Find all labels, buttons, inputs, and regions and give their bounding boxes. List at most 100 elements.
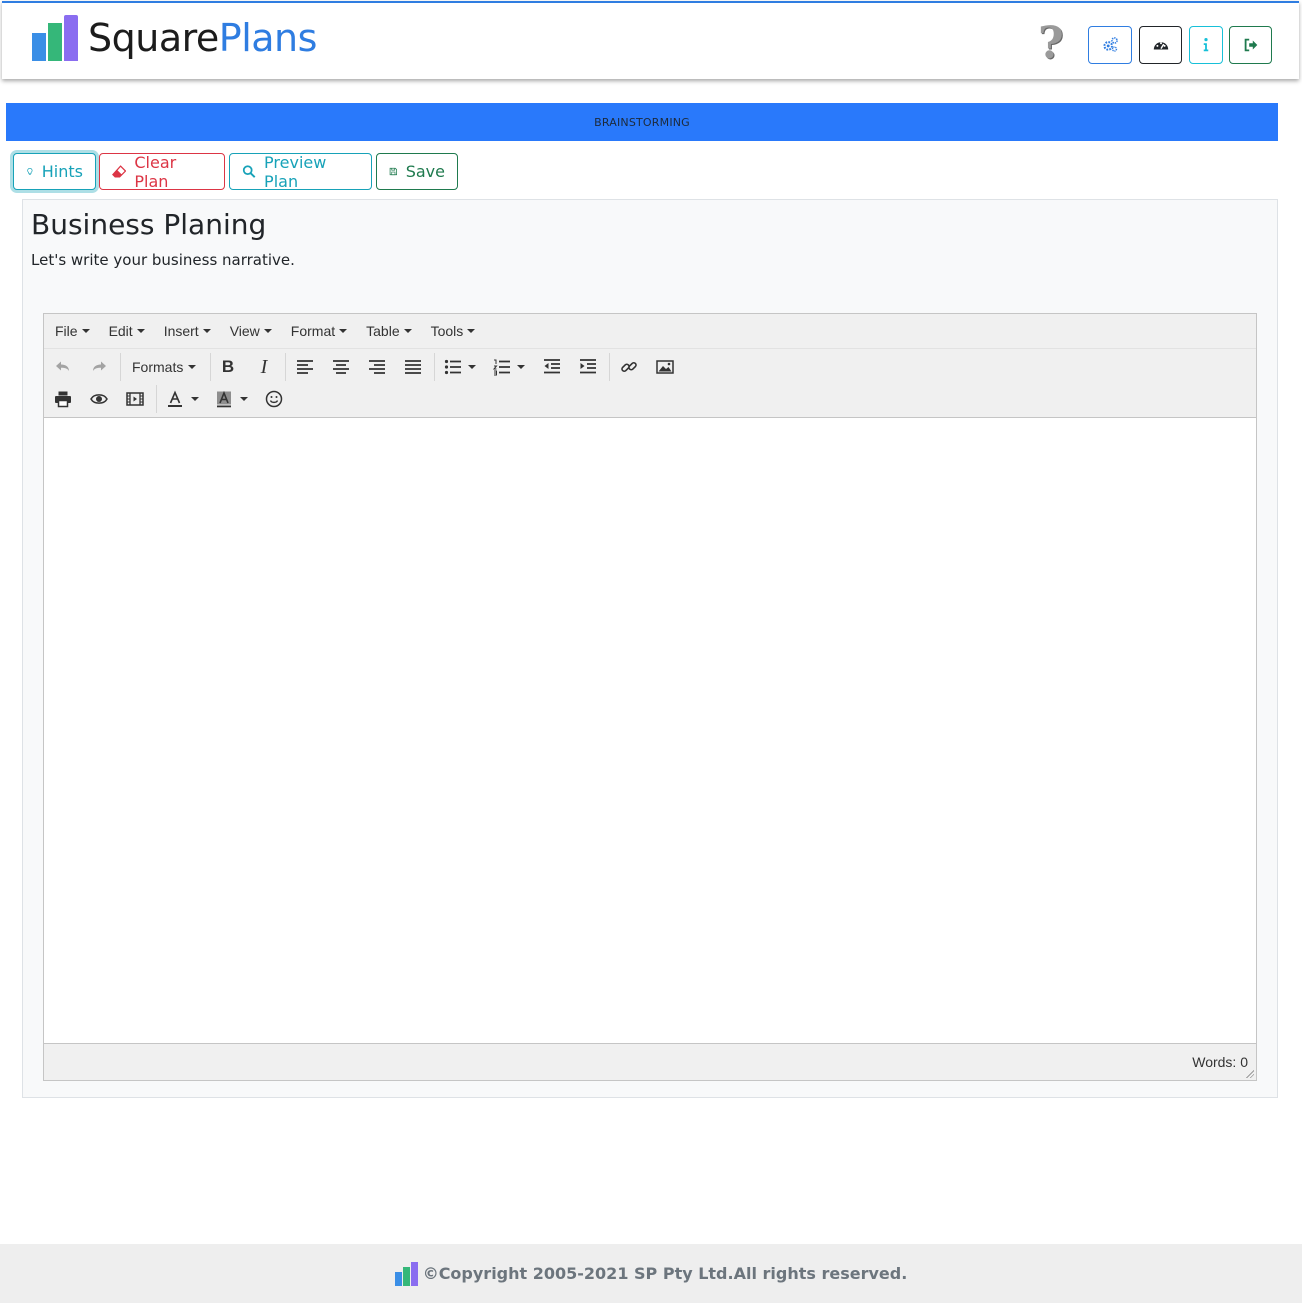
menu-view[interactable]: View xyxy=(222,323,280,339)
menu-edit[interactable]: Edit xyxy=(101,323,153,339)
image-icon xyxy=(656,360,674,374)
editor-statusbar: Words: 0 xyxy=(44,1043,1256,1080)
preview-plan-label: Preview Plan xyxy=(264,152,327,191)
eye-icon xyxy=(90,394,108,404)
clear-plan-button[interactable]: Clear Plan xyxy=(99,152,225,191)
page-footer: ©Copyright 2005-2021 SP Pty Ltd.All righ… xyxy=(0,1244,1302,1303)
menu-table[interactable]: Table xyxy=(358,323,419,339)
numbered-list-options[interactable] xyxy=(514,353,528,381)
bullet-list-button[interactable] xyxy=(438,353,468,381)
brand-name-part1: Square xyxy=(88,16,219,60)
bullet-list-options[interactable] xyxy=(465,353,479,381)
hints-button[interactable]: Hints xyxy=(13,153,96,190)
page-subtitle: Let's write your business narrative. xyxy=(31,251,295,269)
printer-icon xyxy=(55,391,71,408)
chevron-down-icon xyxy=(263,329,272,333)
italic-icon: I xyxy=(260,355,268,378)
menu-insert[interactable]: Insert xyxy=(156,323,219,339)
chevron-down-icon xyxy=(468,365,476,369)
chevron-down-icon xyxy=(81,329,90,333)
clear-plan-label: Clear Plan xyxy=(134,152,177,191)
menu-view-label: View xyxy=(229,323,260,339)
link-icon xyxy=(621,361,637,373)
toolbar-divider xyxy=(434,353,435,381)
bullet-list-icon xyxy=(444,359,461,375)
chevron-down-icon xyxy=(403,329,412,333)
editor-menubar: File Edit Insert View Format Table Tools xyxy=(44,314,1256,349)
chevron-down-icon xyxy=(136,329,145,333)
numbered-list-button[interactable] xyxy=(487,353,517,381)
indent-button[interactable] xyxy=(573,353,603,381)
insert-image-button[interactable] xyxy=(650,353,680,381)
preview-button[interactable] xyxy=(84,385,114,413)
formats-dropdown[interactable]: Formats xyxy=(126,353,200,381)
word-count: Words: 0 xyxy=(1192,1054,1248,1070)
align-right-button[interactable] xyxy=(362,353,392,381)
settings-button[interactable] xyxy=(1088,26,1132,64)
chevron-down-icon xyxy=(191,397,199,401)
search-icon xyxy=(242,165,256,178)
copyright-text: ©Copyright 2005-2021 SP Pty Ltd.All righ… xyxy=(422,1264,908,1283)
background-color-button[interactable] xyxy=(209,385,239,413)
align-justify-icon xyxy=(405,360,421,374)
dashboard-button[interactable] xyxy=(1139,26,1182,64)
menu-tools[interactable]: Tools xyxy=(423,323,484,339)
help-icon[interactable]: ? xyxy=(1038,21,1064,67)
page-title: Business Planing xyxy=(31,208,267,241)
chevron-down-icon xyxy=(188,365,197,369)
outdent-button[interactable] xyxy=(537,353,567,381)
menu-edit-label: Edit xyxy=(108,323,133,339)
menu-format[interactable]: Format xyxy=(283,323,355,339)
menu-file[interactable]: File xyxy=(47,323,98,339)
toolbar-divider xyxy=(156,385,157,413)
indent-icon xyxy=(580,359,596,374)
toolbar-divider xyxy=(210,353,211,381)
editor-toolbar: Formats B I xyxy=(44,349,1256,418)
toolbar-divider xyxy=(609,353,610,381)
numbered-list-icon xyxy=(493,359,510,376)
bold-button[interactable]: B xyxy=(213,353,243,381)
insert-link-button[interactable] xyxy=(614,353,644,381)
bold-icon: B xyxy=(221,357,235,376)
resize-handle-icon[interactable] xyxy=(1245,1069,1254,1078)
align-center-button[interactable] xyxy=(326,353,356,381)
italic-button[interactable]: I xyxy=(249,353,279,381)
editor-content-area[interactable] xyxy=(44,419,1256,1044)
chevron-down-icon xyxy=(467,329,476,333)
emoticons-button[interactable] xyxy=(259,385,289,413)
align-left-icon xyxy=(297,360,313,374)
brand-logo[interactable]: SquarePlans xyxy=(32,13,317,61)
eraser-icon xyxy=(112,165,127,178)
menu-file-label: File xyxy=(55,323,78,339)
brand-name: SquarePlans xyxy=(88,15,317,61)
background-color-options[interactable] xyxy=(237,385,251,413)
chevron-down-icon xyxy=(240,397,248,401)
info-button[interactable] xyxy=(1189,26,1223,64)
footer-logo-icon xyxy=(394,1261,418,1286)
section-banner: BRAINSTORMING xyxy=(6,103,1278,141)
insert-media-button[interactable] xyxy=(120,385,150,413)
logout-button[interactable] xyxy=(1229,26,1272,64)
text-color-options[interactable] xyxy=(188,385,202,413)
align-center-icon xyxy=(333,360,349,374)
undo-icon xyxy=(56,361,69,371)
redo-button[interactable] xyxy=(84,353,114,381)
align-right-icon xyxy=(369,360,385,374)
menu-insert-label: Insert xyxy=(163,323,199,339)
save-button[interactable]: Save xyxy=(376,153,458,190)
undo-button[interactable] xyxy=(48,353,78,381)
redo-icon xyxy=(93,361,106,371)
logout-icon xyxy=(1244,38,1257,52)
save-label: Save xyxy=(405,162,445,181)
top-header: SquarePlans ? xyxy=(2,1,1299,79)
preview-plan-button[interactable]: Preview Plan xyxy=(229,152,372,191)
dashboard-icon xyxy=(1153,42,1168,50)
print-button[interactable] xyxy=(48,385,78,413)
brand-name-part2: Plans xyxy=(218,16,318,60)
align-left-button[interactable] xyxy=(290,353,320,381)
text-color-button[interactable] xyxy=(160,385,190,413)
logo-bars-icon xyxy=(32,15,78,61)
align-justify-button[interactable] xyxy=(398,353,428,381)
text-color-icon xyxy=(168,390,182,407)
hints-label: Hints xyxy=(41,162,83,181)
